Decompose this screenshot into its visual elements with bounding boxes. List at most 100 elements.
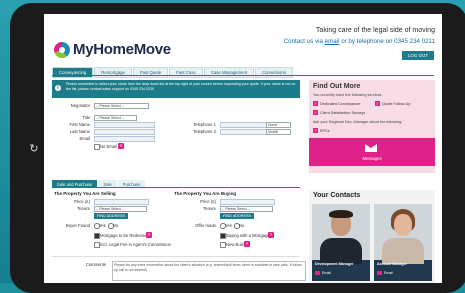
contacts-title: Your Contacts — [313, 192, 361, 199]
telephone1-input[interactable] — [220, 122, 267, 128]
sell-price-input[interactable] — [94, 199, 149, 205]
contact-role: Account Manager — [377, 262, 408, 266]
quote-form: i Please remember to select your name fr… — [52, 78, 308, 283]
no-email-checkbox[interactable] — [94, 144, 100, 150]
contact-card: Development Manager Email — [312, 204, 370, 281]
email-input[interactable] — [94, 136, 155, 142]
avatar-body — [320, 238, 362, 264]
negotiator-label: Negotiator — [70, 103, 90, 108]
last-name-input[interactable] — [94, 129, 155, 135]
subtab-divider — [52, 187, 300, 188]
sell-tenure-select[interactable]: -- Please Select -- — [94, 206, 147, 212]
logo[interactable]: MyHomeMove — [54, 41, 171, 58]
ask-manager-text: Ask your Regional Dev. Manager about the… — [313, 120, 403, 124]
contacts-panel: Your Contacts Development Manager Email — [309, 190, 435, 283]
offer-made-label: Offer made — [195, 223, 216, 228]
logo-text: MyHomeMove — [73, 41, 171, 58]
first-name-label: First Name — [69, 122, 90, 127]
new-build-checkbox[interactable] — [220, 242, 226, 248]
tab-remortgage[interactable]: Remortgage — [94, 67, 132, 78]
avatar-body — [382, 238, 424, 264]
notice-text: Please remember to select your name from… — [66, 82, 296, 91]
telephone2-input[interactable] — [220, 129, 267, 135]
buy-tenure-select[interactable]: -- Please Select -- — [220, 206, 273, 212]
avatar-face — [394, 214, 412, 236]
service-label: Dedicated Conveyancer — [320, 101, 361, 106]
tab-divider — [52, 75, 434, 76]
find-out-more-title: Find Out More — [313, 83, 361, 90]
check-icon: ✓ — [375, 101, 380, 106]
contact-email-link[interactable]: Email — [315, 271, 331, 275]
contact-email-link[interactable]: email — [325, 38, 340, 45]
mortgage-redeemed-checkbox[interactable] — [94, 233, 100, 239]
form-divider — [52, 256, 300, 257]
tab-fast-case[interactable]: Fast Case — [169, 67, 203, 78]
buying-with-mortgage-label: Buying with a Mortgage — [226, 233, 270, 238]
offer-made-yes-label: Yes — [225, 223, 232, 228]
avatar — [374, 204, 432, 264]
service-client-surveys: ✓ Client Satisfaction Surveys — [313, 110, 365, 115]
sell-price-label: Price (£) — [74, 199, 90, 204]
tab-fast-quote[interactable]: Fast Quote — [132, 67, 169, 78]
help-icon[interactable]: ? — [118, 143, 124, 149]
epc-label: EPCs — [320, 128, 330, 133]
selling-header: The Property You Are Selling — [54, 191, 116, 196]
buyer-found-yes-label: Yes — [99, 223, 106, 228]
negotiator-select[interactable]: -- Please Select -- — [94, 103, 149, 109]
first-name-input[interactable] — [94, 122, 155, 128]
buyer-found-no-label: No — [113, 223, 119, 228]
buying-header: The Property You Are Buying — [174, 191, 237, 196]
help-icon[interactable]: ? — [244, 241, 250, 247]
legal-fee-label: Incl. Legal Fee in Agent's Commission — [100, 242, 171, 247]
logo-icon — [54, 41, 70, 58]
info-icon: i — [55, 85, 61, 91]
mortgage-redeemed-label: Mortgage to be Redeemed — [100, 233, 150, 238]
telephone2-label: Telephone 2 — [193, 129, 216, 134]
service-quote-follow-up: ✓ Quote Follow-Up — [375, 101, 411, 106]
contact-role: Development Manager — [315, 262, 354, 266]
tab-case-management[interactable]: Case Management — [203, 67, 255, 78]
title-select[interactable]: -- Please Select -- — [94, 115, 137, 121]
comments-label: Comments — [85, 262, 106, 267]
contact-email-label: Email — [322, 271, 331, 275]
telephone2-type-select[interactable]: Mobile — [266, 129, 291, 135]
telephone1-label: Telephone 1 — [193, 122, 216, 127]
services-subtitle: You currently have the following service… — [313, 93, 382, 97]
sell-tenure-label: Tenure — [77, 206, 90, 211]
tagline: Taking care of the legal side of moving — [315, 27, 435, 34]
service-dedicated-conveyancer: ✓ Dedicated Conveyancer — [313, 101, 361, 106]
help-icon[interactable]: ? — [146, 232, 152, 238]
messages-label: Messages — [362, 156, 382, 161]
avatar-hair — [329, 210, 353, 218]
telephone1-type-select[interactable]: Home — [266, 122, 291, 128]
tablet-home-icon[interactable]: ↻ — [28, 143, 40, 155]
contact-email-link[interactable]: Email — [377, 271, 393, 275]
buy-price-input[interactable] — [220, 199, 275, 205]
legal-fee-checkbox[interactable] — [94, 242, 100, 248]
contact-email-label: Email — [384, 271, 393, 275]
sell-find-address-button[interactable]: FIND ADDRESS — [94, 213, 129, 219]
buying-with-mortgage-checkbox[interactable] — [220, 233, 226, 239]
find-out-more-panel: Find Out More You currently have the fol… — [309, 80, 435, 173]
buy-find-address-button[interactable]: FIND ADDRESS — [220, 213, 255, 219]
comments-textarea[interactable]: Please list any extra information about … — [112, 261, 306, 281]
main-tabs: Conveyancing Remortgage Fast Quote Fast … — [52, 67, 294, 78]
help-icon[interactable]: ? — [268, 232, 274, 238]
mail-icon — [377, 271, 382, 275]
contact-suffix: or by telephone on 0345 234 0211 — [341, 38, 435, 45]
app-screen: MyHomeMove Taking care of the legal side… — [44, 14, 442, 283]
messages-button[interactable]: Messages — [309, 138, 435, 166]
epc-item[interactable]: ? EPCs — [313, 128, 330, 133]
contact-line: Contact us via email or by telephone on … — [284, 38, 435, 45]
check-icon: ✓ — [313, 101, 318, 106]
buy-tenure-label: Tenure — [203, 206, 216, 211]
service-label: Client Satisfaction Surveys — [320, 110, 366, 115]
tab-conversions[interactable]: Conversions — [255, 67, 293, 78]
right-panel: Find Out More You currently have the fol… — [309, 80, 435, 283]
tab-conveyancing[interactable]: Conveyancing — [52, 67, 94, 78]
logout-button[interactable]: LOG OUT — [401, 51, 434, 60]
buy-price-label: Price (£) — [200, 199, 216, 204]
avatar — [312, 204, 370, 264]
check-icon: ✓ — [313, 110, 318, 115]
envelope-icon — [365, 144, 377, 152]
